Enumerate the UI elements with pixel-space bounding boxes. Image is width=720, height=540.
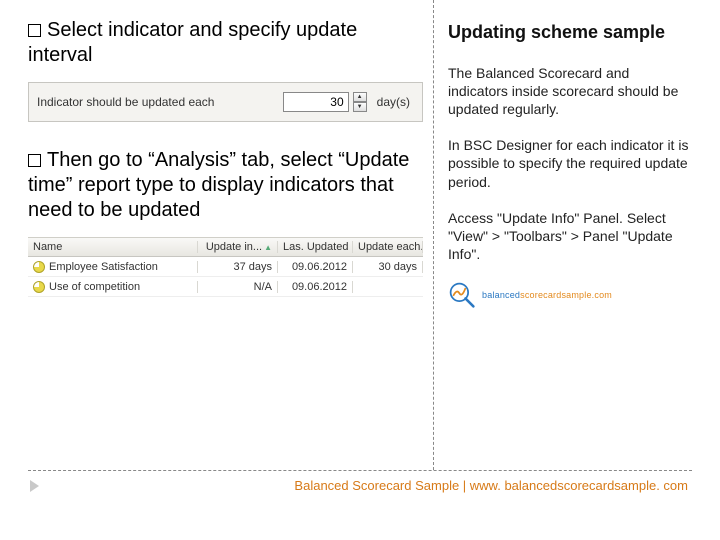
table-row[interactable]: Use of competition N/A 09.06.2012 bbox=[28, 277, 423, 297]
sidebar-title: Updating scheme sample bbox=[448, 22, 692, 44]
brand-text-1: balanced bbox=[482, 290, 520, 300]
slide-body: Select indicator and specify update inte… bbox=[0, 0, 720, 470]
update-interval-panel: Indicator should be updated each ▲ ▼ day… bbox=[28, 82, 423, 122]
footer-divider bbox=[28, 470, 692, 471]
cell-update-each: 30 days bbox=[353, 261, 423, 273]
spinner-down-icon[interactable]: ▼ bbox=[353, 102, 367, 112]
cell-name: Employee Satisfaction bbox=[28, 261, 198, 273]
left-column: Select indicator and specify update inte… bbox=[0, 0, 433, 470]
checkbox-icon bbox=[28, 154, 41, 167]
table-header: Name Update in...▲ Las. Updated Update e… bbox=[28, 237, 423, 257]
instruction-1-text: Select indicator and specify update inte… bbox=[28, 19, 357, 66]
spinner-buttons: ▲ ▼ bbox=[353, 92, 367, 112]
instruction-1: Select indicator and specify update inte… bbox=[28, 18, 423, 68]
cell-last-updated: 09.06.2012 bbox=[278, 261, 353, 273]
th-update-each[interactable]: Update each... bbox=[353, 241, 423, 253]
cell-last-updated: 09.06.2012 bbox=[278, 281, 353, 293]
indicator-icon bbox=[33, 261, 45, 273]
instruction-2: Then go to “Analysis” tab, select “Updat… bbox=[28, 148, 423, 223]
table-row[interactable]: Employee Satisfaction 37 days 09.06.2012… bbox=[28, 257, 423, 277]
sidebar-paragraph-2: In BSC Designer for each indicator it is… bbox=[448, 136, 692, 191]
footer: Balanced Scorecard Sample | www. balance… bbox=[0, 478, 720, 493]
brand-text: balancedscorecardsample.com bbox=[482, 290, 612, 300]
interval-unit: day(s) bbox=[371, 95, 416, 109]
th-last-updated[interactable]: Las. Updated bbox=[278, 241, 353, 253]
th-update-in-label: Update in... bbox=[206, 241, 262, 253]
next-arrow-icon[interactable] bbox=[30, 480, 39, 492]
instruction-2-text: Then go to “Analysis” tab, select “Updat… bbox=[28, 149, 409, 221]
brand-logo: balancedscorecardsample.com bbox=[448, 281, 692, 309]
magnifier-chart-icon bbox=[448, 281, 476, 309]
spinner-up-icon[interactable]: ▲ bbox=[353, 92, 367, 102]
interval-input[interactable] bbox=[283, 92, 349, 112]
cell-name-text: Use of competition bbox=[49, 281, 140, 293]
sidebar-paragraph-3: Access "Update Info" Panel. Select "View… bbox=[448, 209, 692, 264]
update-report-table: Name Update in...▲ Las. Updated Update e… bbox=[28, 237, 423, 297]
interval-spinner: ▲ ▼ day(s) bbox=[283, 92, 422, 112]
sidebar-paragraph-1: The Balanced Scorecard and indicators in… bbox=[448, 64, 692, 119]
cell-update-in: N/A bbox=[198, 281, 278, 293]
cell-name-text: Employee Satisfaction bbox=[49, 261, 158, 273]
th-name[interactable]: Name bbox=[28, 241, 198, 253]
brand-text-2: scorecardsample.com bbox=[520, 290, 612, 300]
indicator-icon bbox=[33, 281, 45, 293]
sort-asc-icon: ▲ bbox=[264, 243, 272, 252]
right-column: Updating scheme sample The Balanced Scor… bbox=[433, 0, 720, 470]
cell-update-in: 37 days bbox=[198, 261, 278, 273]
footer-credit: Balanced Scorecard Sample | www. balance… bbox=[294, 478, 702, 493]
th-update-in[interactable]: Update in...▲ bbox=[198, 241, 278, 253]
cell-name: Use of competition bbox=[28, 281, 198, 293]
interval-label: Indicator should be updated each bbox=[29, 95, 222, 109]
checkbox-icon bbox=[28, 24, 41, 37]
